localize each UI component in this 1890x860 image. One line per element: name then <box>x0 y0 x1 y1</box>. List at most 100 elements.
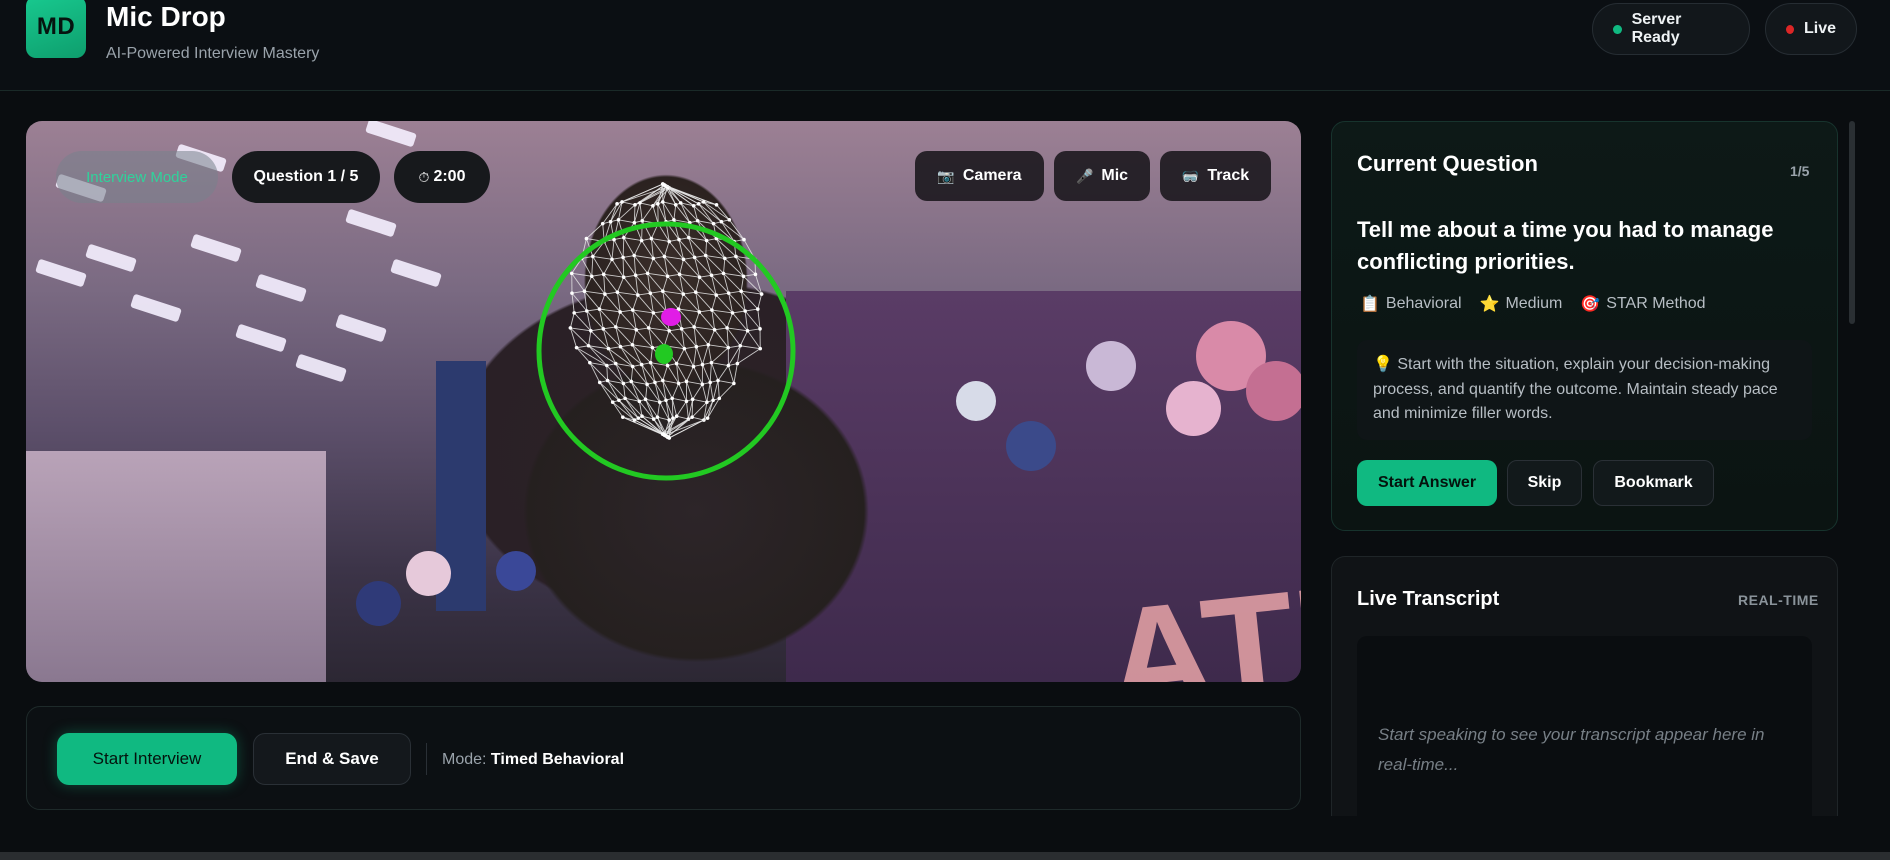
mesh-line <box>676 400 687 417</box>
mesh-point <box>743 309 747 313</box>
start-answer-button[interactable]: Start Answer <box>1357 460 1497 506</box>
mesh-point <box>651 203 655 208</box>
mesh-point <box>739 289 743 294</box>
mesh-point <box>726 363 731 368</box>
mesh-point <box>714 293 719 297</box>
server-status-badge: Server Ready <box>1592 3 1750 55</box>
mesh-line <box>650 347 653 363</box>
mesh-point <box>639 238 644 243</box>
mesh-line <box>747 328 761 332</box>
mesh-point <box>727 217 732 222</box>
mesh-line <box>712 380 719 401</box>
transcript-title: Live Transcript <box>1357 588 1500 610</box>
mesh-point <box>597 380 602 385</box>
mesh-point <box>716 378 720 383</box>
mesh-line <box>702 344 709 365</box>
mesh-point <box>684 379 689 384</box>
end-save-button[interactable]: End & Save <box>253 733 411 785</box>
mesh-point <box>653 380 657 385</box>
mesh-line <box>740 291 746 312</box>
mic-toggle-button[interactable]: 🎤 Mic <box>1054 151 1150 201</box>
mesh-point <box>691 364 696 369</box>
star-icon: ⭐ <box>1479 296 1500 313</box>
mesh-point <box>639 362 644 367</box>
mesh-line <box>671 383 680 399</box>
timer-chip: ⏱ 2:00 <box>394 151 490 203</box>
mesh-line <box>676 363 694 367</box>
mesh-line <box>599 293 606 310</box>
mesh-line <box>664 256 684 260</box>
mesh-point <box>665 363 670 368</box>
mesh-line <box>634 255 654 259</box>
lightbulb-icon: 💡 <box>1373 356 1393 373</box>
mesh-line <box>716 292 729 296</box>
mesh-line <box>632 294 639 311</box>
mesh-point <box>717 396 722 401</box>
mesh-point <box>661 200 665 204</box>
mesh-line <box>622 257 637 276</box>
app-subtitle: AI-Powered Interview Mastery <box>106 45 320 62</box>
mesh-line <box>757 293 763 310</box>
mesh-line <box>630 366 634 382</box>
mesh-line <box>707 329 716 345</box>
mesh-point <box>676 381 681 386</box>
mesh-point <box>582 289 587 294</box>
camera-toggle-button[interactable]: 📷 Camera <box>915 151 1044 201</box>
bookmark-button[interactable]: Bookmark <box>1593 460 1714 506</box>
mesh-point <box>645 271 650 276</box>
mesh-line <box>691 399 694 418</box>
start-interview-button[interactable]: Start Interview <box>57 733 237 785</box>
mesh-point <box>589 328 593 333</box>
mesh-point <box>704 238 709 243</box>
track-toggle-button[interactable]: 🥽 Track <box>1160 151 1271 201</box>
mesh-line <box>651 238 670 242</box>
mesh-line <box>632 344 643 365</box>
interview-mode-chip[interactable]: Interview Mode <box>56 151 218 203</box>
mesh-line <box>695 291 717 296</box>
mesh-line <box>662 380 679 384</box>
mesh-line <box>616 277 625 293</box>
mesh-line <box>571 290 585 294</box>
mesh-point <box>636 416 641 420</box>
mesh-line <box>639 202 653 207</box>
mesh-point <box>684 399 689 404</box>
mesh-point <box>569 271 574 276</box>
skip-button[interactable]: Skip <box>1507 460 1582 506</box>
mesh-line <box>586 310 604 330</box>
live-status-label: Live <box>1803 20 1836 37</box>
mesh-point <box>648 291 653 295</box>
target-icon: 🎯 <box>1580 296 1601 313</box>
mesh-point <box>638 201 642 205</box>
mesh-line <box>590 328 604 332</box>
mesh-point <box>633 273 638 278</box>
sidebar-scrollbar[interactable] <box>1849 121 1855 324</box>
mesh-line <box>717 365 729 381</box>
mesh-point <box>691 203 696 208</box>
mesh-point <box>613 361 618 366</box>
mesh-line <box>711 309 733 314</box>
mesh-line <box>692 416 704 421</box>
horizontal-scrollbar[interactable] <box>0 852 1890 860</box>
face-tracking-overlay <box>536 182 796 481</box>
mesh-line <box>693 311 700 328</box>
mesh-line <box>703 201 722 223</box>
divider <box>426 743 427 775</box>
mesh-point <box>714 203 719 207</box>
realtime-badge: REAL-TIME <box>1738 592 1819 608</box>
timer-value: 2:00 <box>433 168 466 185</box>
mesh-point <box>734 254 738 259</box>
question-text: Tell me about a time you had to manage c… <box>1357 217 1774 274</box>
mesh-line <box>692 398 707 403</box>
mesh-point <box>662 254 667 259</box>
mesh-line <box>633 255 637 276</box>
mesh-line <box>608 348 633 367</box>
mesh-point <box>710 308 714 312</box>
mesh-point <box>589 274 594 279</box>
mesh-point <box>711 398 715 403</box>
mesh-point <box>730 311 735 315</box>
track-label: Track <box>1207 167 1250 184</box>
mesh-line <box>718 383 735 399</box>
mesh-line <box>574 310 587 314</box>
clipboard-icon: 📋 <box>1360 296 1380 313</box>
mesh-point <box>591 254 595 259</box>
